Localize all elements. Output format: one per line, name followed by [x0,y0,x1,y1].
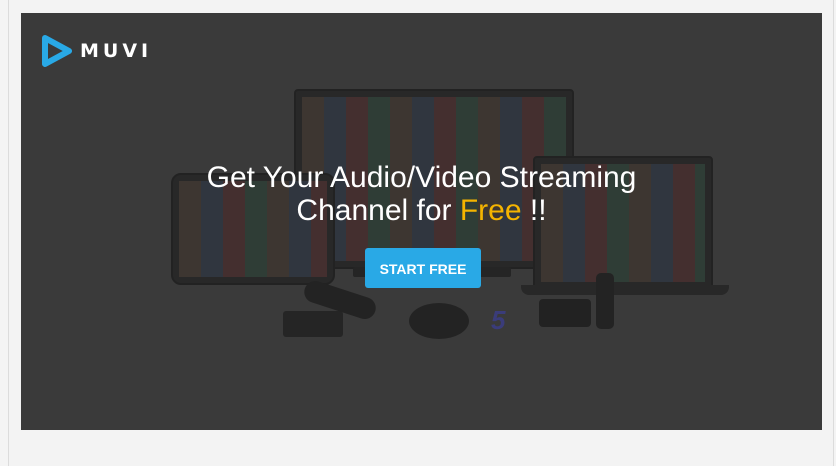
laptop-base [521,285,729,295]
roku-device [409,303,469,339]
headline-suffix: !! [521,194,547,227]
headline-line-2: Channel for Free !! [21,194,822,227]
muvi-logo[interactable]: MUVI [42,34,152,68]
headline-accent: Free [459,194,522,227]
streaming-box [283,311,343,337]
headline-line-1: Get Your Audio/Video Streaming [206,161,637,194]
device-badge: 5 [491,305,506,335]
apple-tv-remote [596,273,614,329]
apple-tv-device [539,299,591,327]
muvi-logo-icon [42,34,72,68]
headline-prefix: Channel for [296,194,460,227]
logo-text: MUVI [80,40,153,62]
hero-headline: Get Your Audio/Video Streaming Channel f… [21,161,822,227]
hero-banner: 5 MUVI Get Your Audio/Video Streaming Ch… [21,13,822,430]
start-free-button[interactable]: START FREE [365,248,481,288]
